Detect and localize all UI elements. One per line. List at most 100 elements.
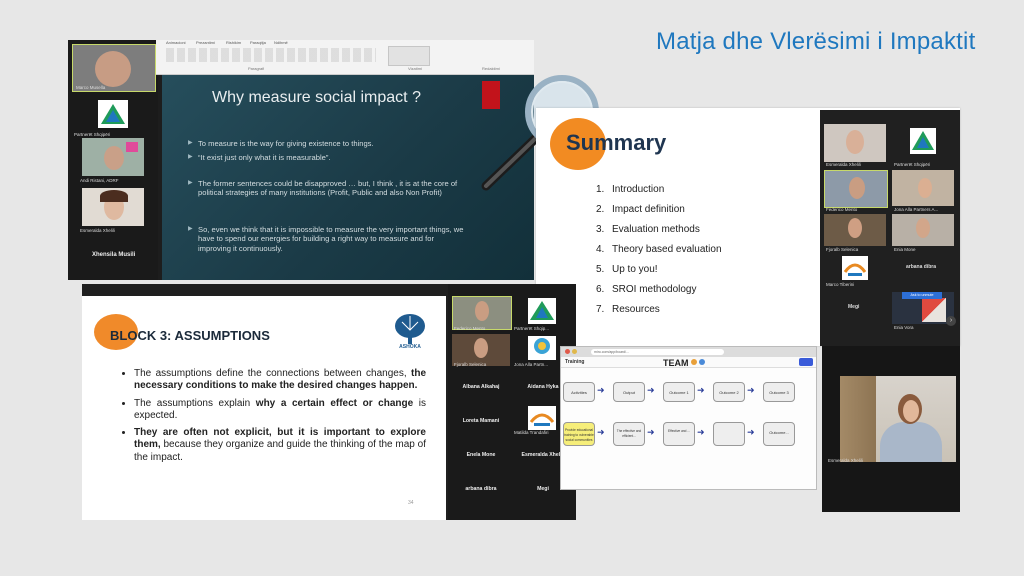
share-button[interactable] (799, 358, 813, 366)
partner-logo (98, 100, 128, 128)
summary-screenshot: Summary 1. Introduction 2. Impact definiti… (536, 108, 960, 346)
browser-bar: miro.com/app/board/... (561, 347, 816, 357)
page-title: Matja dhe Vlerësimi i Impaktit (656, 28, 976, 55)
bookshelf (840, 376, 876, 462)
participant-name: Megi (848, 304, 860, 310)
ribbon-group-label: Redaktimi (482, 66, 500, 71)
board-canvas[interactable]: Activities ➜ Output ➜ Outcome 1 ➜ Outcom… (561, 368, 816, 489)
participant-name: Federico Mento (826, 207, 858, 212)
participant-name: Partnerët Shqipëri (894, 162, 931, 167)
participant-name: Esmeralda Xhelili (828, 458, 863, 463)
arrow-icon: ➜ (647, 427, 655, 437)
participant-name: Jona Alla Partn... (514, 362, 549, 367)
assumptions-screenshot: BLOCK 3: ASSUMPTIONS ASHOKA The assumpti… (82, 284, 576, 520)
arrow-icon: ➜ (647, 385, 655, 395)
participant-name: Albana Alkahaj (462, 384, 500, 390)
list-item: The assumptions define the connections b… (134, 368, 426, 393)
ribbon-tab[interactable]: Animacioni (166, 40, 186, 45)
flow-node[interactable]: Output (613, 382, 645, 402)
participant-name: Andi Ristani, ADRF (80, 178, 119, 183)
video-tile (824, 124, 886, 162)
bullet: ▶ “It exist just only what it is measurab… (188, 153, 331, 162)
arrow-icon: ➜ (597, 385, 605, 395)
ribbon-tab[interactable]: Paraqitja (250, 40, 266, 45)
list-item: 4. Theory based evaluation (596, 244, 722, 255)
avatar (691, 359, 697, 365)
participant-name: Fjoralb Selenica (454, 362, 487, 367)
ribbon-group-label: Vizatimi (408, 66, 422, 71)
miro-screenshot: miro.com/app/board/... Training TEAM Act… (560, 346, 817, 490)
video-tile (82, 138, 144, 176)
ribbon-tab[interactable]: Prezantimi (196, 40, 215, 45)
ribbon: Animacioni Prezantimi Rishikim Paraqitja… (156, 40, 534, 75)
list-item: 5. Up to you! (596, 264, 658, 275)
arrow-icon: ➜ (747, 385, 755, 395)
participant-name: Partnerët Shqipëri (74, 132, 111, 137)
participant-name: arbana dibra (465, 486, 497, 492)
participant-name: Marco Musella (76, 85, 106, 90)
partner-logo (528, 298, 556, 324)
participant-name: Xhensila Musili (92, 252, 136, 258)
next-page-icon[interactable]: › (946, 316, 956, 326)
participants-grid: Esmeralda Xhelili Partnerët Shqipëri Fed… (820, 110, 960, 346)
participants-grid: Federico Mento Partnerët Shqip... Fjoral… (448, 284, 576, 520)
participant-name: Esmeralda Xhelili (826, 162, 861, 167)
participant-name: Esmeralda Xhelili (80, 228, 115, 233)
video-tile (892, 214, 954, 246)
partner-logo (842, 256, 868, 280)
video-tile: Ask to unmute (892, 292, 954, 324)
flow-node[interactable]: The effective and efficient... (613, 422, 645, 446)
bullet: ▶ The former sentences could be disapprov… (188, 179, 458, 198)
video-feed (840, 376, 956, 462)
list-item: The assumptions explain why a certain ef… (134, 398, 426, 423)
list-item: 1. Introduction (596, 184, 665, 195)
slide-title: BLOCK 3: ASSUMPTIONS (110, 328, 270, 343)
participant-name: Loreta Mamani (462, 418, 500, 424)
avatar (699, 359, 705, 365)
participant-name: Federico Mento (454, 326, 486, 331)
flow-node[interactable]: Outcome 1 (663, 382, 695, 402)
flow-node[interactable]: Provide educational training to vulnerab… (563, 422, 595, 446)
flow-node[interactable]: Outcome 2 (713, 382, 745, 402)
ask-unmute-button[interactable]: Ask to unmute (902, 292, 942, 299)
participant-name: Fjoralb Selenica (826, 247, 859, 252)
list-item: They are often not explicit, but it is i… (134, 427, 426, 464)
video-tile: Marco Musella (72, 44, 156, 92)
flow-node[interactable]: Activities (563, 382, 595, 402)
page-number: 34 (408, 500, 414, 506)
ribbon-tab[interactable]: Ndihmë (274, 40, 288, 45)
participant-name: Matilda Trandafiri (514, 430, 549, 435)
partner-logo (528, 406, 556, 430)
video-tile (824, 170, 888, 208)
flow-node[interactable]: Outcome 3 (763, 382, 795, 402)
slide: BLOCK 3: ASSUMPTIONS ASHOKA The assumpti… (82, 296, 446, 520)
flow-node[interactable]: Outcome... (763, 422, 795, 446)
person-body (880, 422, 942, 462)
bullet: ▶ So, even we think that it is impossible… (188, 225, 464, 253)
ashoka-label: ASHOKA (399, 344, 421, 350)
board-toolbar: Training (561, 357, 816, 368)
person-face (903, 400, 919, 422)
arrow-icon: ➜ (697, 427, 705, 437)
bullet: ▶ To measure is the way for giving existe… (188, 139, 374, 148)
url-field[interactable]: miro.com/app/board/... (591, 349, 724, 355)
participant-name: arbana dibra (906, 264, 937, 270)
partner-logo (910, 128, 936, 154)
video-tile (452, 296, 512, 330)
ribbon-group-label: Paragrafi (248, 66, 265, 71)
partner-logo (528, 336, 556, 360)
video-tile (892, 170, 954, 206)
participants-sidebar: Marco Musella Partnerët Shqipëri Andi Ri… (68, 40, 158, 280)
participant-name: Enela Mone (466, 452, 496, 458)
list-item: 2. Impact definition (596, 204, 685, 215)
flow-node[interactable]: Effective and ... (663, 422, 695, 446)
summary-list: 1. Introduction 2. Impact definition 3. Eva… (596, 180, 722, 320)
board-name[interactable]: Training (565, 359, 584, 365)
participant-name: Partnerët Shqip... (514, 326, 550, 331)
flow-node[interactable] (713, 422, 745, 446)
participant-name: Marco Tiberini (826, 282, 855, 287)
ribbon-tab[interactable]: Rishikim (226, 40, 241, 45)
slide-title: Summary (566, 130, 667, 155)
participant-name: Enia Mone (894, 247, 916, 252)
slide-title: Why measure social impact ? (212, 89, 421, 106)
